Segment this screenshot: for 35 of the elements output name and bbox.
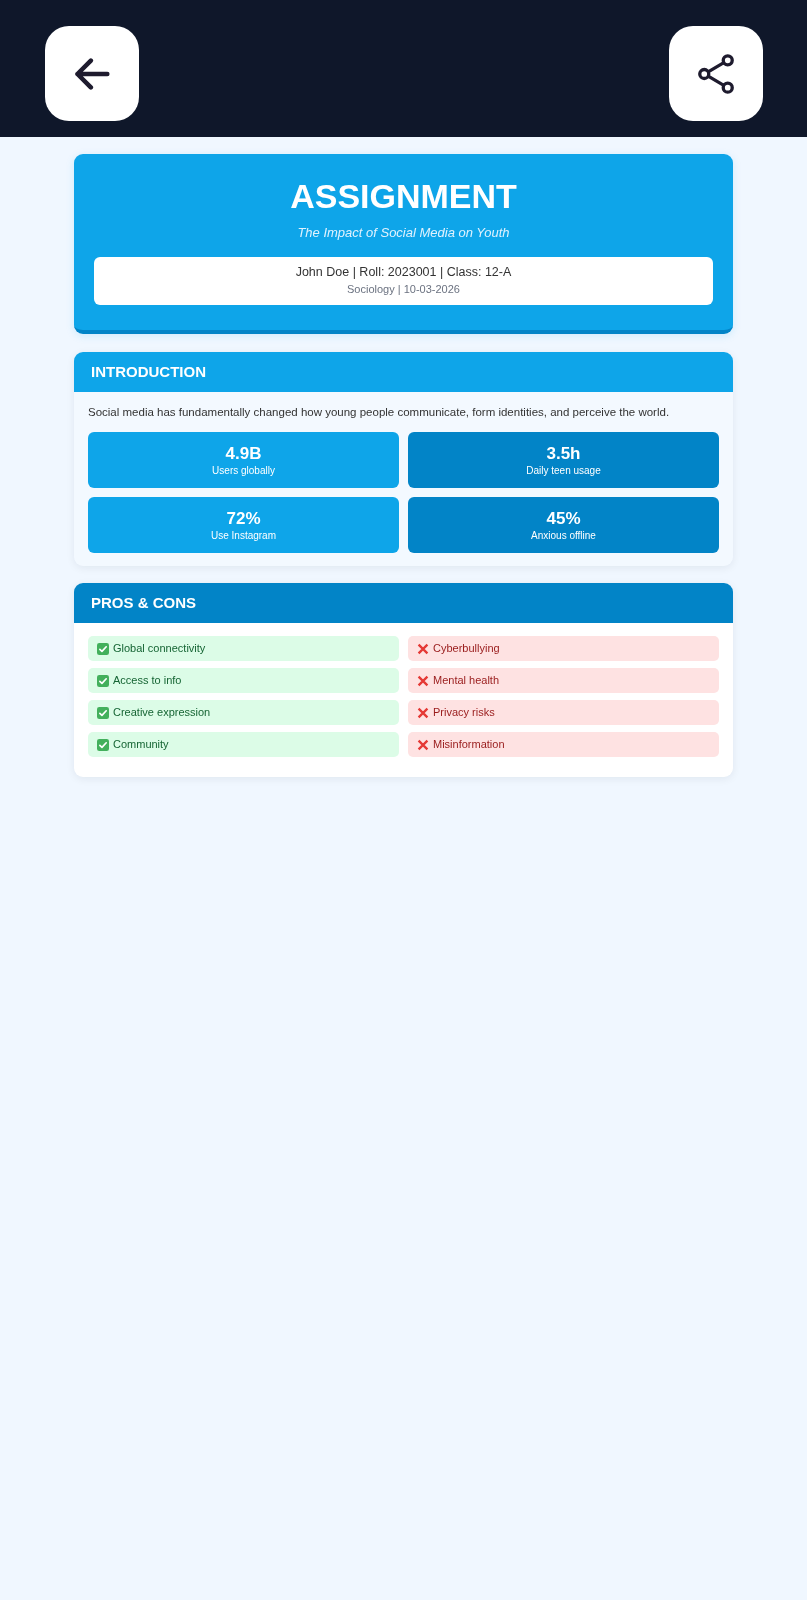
assignment-subtitle: The Impact of Social Media on Youth [296, 225, 511, 241]
item-text: Cyberbullying [433, 641, 500, 657]
cross-icon [417, 706, 429, 719]
check-icon [97, 674, 109, 687]
stat-label: Daily teen usage [526, 463, 601, 477]
check-icon [97, 706, 109, 719]
stat-value: 3.5h [546, 443, 581, 464]
stat-label: Users globally [212, 463, 275, 477]
stat-label: Anxious offline [531, 528, 596, 542]
section-title: PROS & CONS [91, 594, 196, 612]
item-text: Misinformation [433, 737, 505, 753]
share-icon [698, 53, 734, 94]
item-text: Mental health [433, 673, 500, 689]
item-text: Privacy risks [433, 705, 495, 721]
student-details: John Doe | Roll: 2023001 | Class: 12-A [294, 264, 513, 281]
back-arrow-icon [74, 57, 110, 90]
cross-icon [417, 642, 429, 655]
check-icon [97, 642, 109, 655]
section-title: INTRODUCTION [91, 363, 206, 381]
item-text: Community [113, 737, 169, 753]
item-text: Global connectivity [113, 641, 206, 657]
check-icon [97, 738, 109, 751]
back-button[interactable] [45, 26, 139, 121]
stat-label: Use Instagram [211, 528, 276, 542]
stat-value: 72% [226, 508, 261, 529]
assignment-title: ASSIGNMENT [289, 176, 518, 217]
course-date: Sociology | 10-03-2026 [346, 282, 461, 297]
cross-icon [417, 674, 429, 687]
item-text: Access to info [113, 673, 182, 689]
share-button[interactable] [669, 26, 763, 121]
stat-value: 45% [546, 508, 581, 529]
cross-icon [417, 738, 429, 751]
item-text: Creative expression [113, 705, 211, 721]
stat-value: 4.9B [225, 443, 262, 464]
intro-paragraph: Social media has fundamentally changed how young people communicate, form identities, and perceive the world. [88, 405, 671, 420]
